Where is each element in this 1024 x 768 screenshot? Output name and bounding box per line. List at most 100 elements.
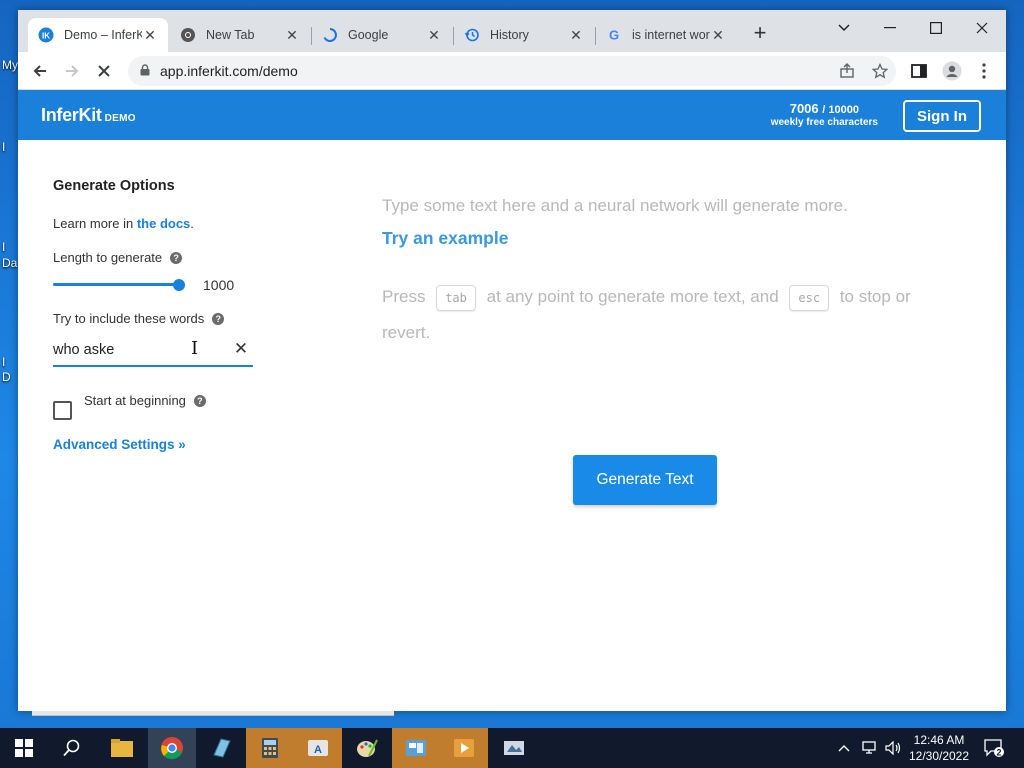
paint-icon[interactable] xyxy=(343,728,391,768)
calculator-icon[interactable] xyxy=(246,728,294,768)
close-window-button[interactable] xyxy=(962,14,1002,42)
logo-text: InferKit xyxy=(41,105,102,125)
lock-icon[interactable] xyxy=(140,63,160,79)
try-example-link[interactable]: Try an example xyxy=(382,228,942,249)
include-words-input[interactable] xyxy=(53,335,253,367)
length-value: 1000 xyxy=(203,277,235,293)
esc-key: esc xyxy=(789,284,830,311)
generate-text-button[interactable]: Generate Text xyxy=(573,455,717,505)
history-icon xyxy=(464,27,480,43)
inferkit-icon: IK xyxy=(38,27,54,43)
desktop-icon-label[interactable]: My xyxy=(2,58,18,72)
chrome-icon[interactable] xyxy=(148,728,196,768)
tab-search-chevron-icon[interactable] xyxy=(824,14,864,42)
learn-suffix: . xyxy=(190,216,194,231)
desktop-icon-label[interactable]: I xyxy=(2,140,5,154)
browser-window: IK Demo – InferKit ✕ New Tab ✕ Google ✕ … xyxy=(18,10,1006,711)
close-icon[interactable]: ✕ xyxy=(710,27,726,44)
hint-press: Press xyxy=(382,287,426,306)
character-quota: 7006 / 10000 weekly free characters xyxy=(771,101,878,128)
taskbar-clock[interactable]: 12:46 AM 12/30/2022 xyxy=(903,732,975,764)
address-bar[interactable]: app.inferkit.com/demo xyxy=(128,56,896,86)
start-icon[interactable] xyxy=(0,728,48,768)
desktop-icon-label[interactable]: I xyxy=(2,240,5,254)
background-window-edge xyxy=(32,711,394,716)
help-icon[interactable]: ? xyxy=(193,394,206,407)
url-text[interactable]: app.inferkit.com/demo xyxy=(160,63,298,79)
text-editor[interactable]: Type some text here and a neural network… xyxy=(382,188,942,351)
tab-history[interactable]: History ✕ xyxy=(454,18,594,52)
app-icon[interactable] xyxy=(490,728,538,768)
desktop-icon-label[interactable]: Da xyxy=(2,256,17,270)
web-page: InferKit DEMO 7006 / 10000 weekly free ch… xyxy=(18,90,1006,711)
profile-avatar-icon[interactable] xyxy=(938,58,966,84)
tab-new-tab[interactable]: New Tab ✕ xyxy=(170,18,310,52)
learn-prefix: Learn more in xyxy=(53,216,137,231)
svg-text:IK: IK xyxy=(42,32,50,41)
media-icon[interactable] xyxy=(440,728,488,768)
advanced-settings-link[interactable]: Advanced Settings » xyxy=(53,437,186,452)
tab-search[interactable]: G is internet working ✕ xyxy=(596,18,736,52)
close-icon[interactable]: ✕ xyxy=(426,27,442,44)
forward-button[interactable] xyxy=(58,58,86,84)
tab-google[interactable]: Google ✕ xyxy=(312,18,452,52)
keyboard-hint: Press tab at any point to generate more … xyxy=(382,279,942,351)
menu-kebab-icon[interactable] xyxy=(970,58,998,84)
quota-used: 7006 xyxy=(789,101,819,116)
chrome-icon xyxy=(180,27,196,43)
start-at-beginning-checkbox[interactable] xyxy=(53,401,72,420)
minimize-button[interactable] xyxy=(870,14,910,42)
svg-text:G: G xyxy=(609,28,619,43)
editor-placeholder[interactable]: Type some text here and a neural network… xyxy=(382,188,942,224)
desktop-icon-label[interactable]: I xyxy=(2,355,5,369)
site-header: InferKit DEMO 7006 / 10000 weekly free ch… xyxy=(18,90,1006,140)
help-icon[interactable]: ? xyxy=(212,312,225,325)
tab-title: History xyxy=(490,28,529,42)
bookmark-star-icon[interactable] xyxy=(866,58,894,84)
app-icon[interactable] xyxy=(198,728,246,768)
share-icon[interactable] xyxy=(833,58,861,84)
length-label: Length to generate xyxy=(53,250,163,265)
app-icon[interactable] xyxy=(392,728,440,768)
volume-icon[interactable] xyxy=(885,728,903,768)
quota-caption: weekly free characters xyxy=(770,117,878,128)
stop-loading-button[interactable] xyxy=(90,58,118,84)
learn-more-text: Learn more in the docs. xyxy=(53,216,194,231)
quota-total: / 10000 xyxy=(822,104,859,116)
notification-center-icon[interactable]: 2 xyxy=(983,728,1005,768)
maximize-button[interactable] xyxy=(916,14,956,42)
docs-link[interactable]: the docs xyxy=(137,216,190,231)
tab-title: Google xyxy=(348,28,389,42)
file-explorer-icon[interactable] xyxy=(98,728,146,768)
network-icon[interactable] xyxy=(862,728,880,768)
length-slider-track[interactable] xyxy=(53,283,180,286)
back-button[interactable] xyxy=(26,58,54,84)
length-slider-thumb[interactable] xyxy=(173,279,185,291)
show-hidden-icons[interactable] xyxy=(838,728,850,768)
desktop-icon-label[interactable]: D xyxy=(2,370,11,384)
notification-count: 2 xyxy=(996,748,1001,758)
svg-text:A: A xyxy=(314,744,322,756)
close-icon[interactable]: ✕ xyxy=(568,27,584,44)
tab-key: tab xyxy=(436,284,476,311)
length-label-row: Length to generate ? xyxy=(53,250,183,265)
new-tab-button[interactable]: + xyxy=(748,22,772,46)
inferkit-logo[interactable]: InferKit DEMO xyxy=(41,105,136,126)
clear-input-icon[interactable]: ✕ xyxy=(232,339,250,361)
tab-strip: IK Demo – InferKit ✕ New Tab ✕ Google ✕ … xyxy=(18,10,1006,52)
tab-title: is internet working xyxy=(632,28,710,42)
loading-spinner-icon xyxy=(322,27,338,43)
close-icon[interactable]: ✕ xyxy=(284,27,300,44)
help-icon[interactable]: ? xyxy=(170,251,183,264)
google-icon: G xyxy=(606,27,622,43)
app-icon[interactable]: A xyxy=(294,728,342,768)
side-panel-icon[interactable] xyxy=(905,58,933,84)
close-icon[interactable]: ✕ xyxy=(142,27,158,44)
start-label[interactable]: Start at beginning xyxy=(84,393,186,408)
sign-in-button[interactable]: Sign In xyxy=(903,100,981,132)
search-icon[interactable] xyxy=(48,728,96,768)
tab-inferkit[interactable]: IK Demo – InferKit ✕ xyxy=(28,18,168,52)
browser-toolbar: app.inferkit.com/demo xyxy=(18,52,1006,90)
taskbar: A 12:46 AM 12/30/2022 2 xyxy=(0,728,1024,768)
tab-title: Demo – InferKit xyxy=(64,28,142,42)
